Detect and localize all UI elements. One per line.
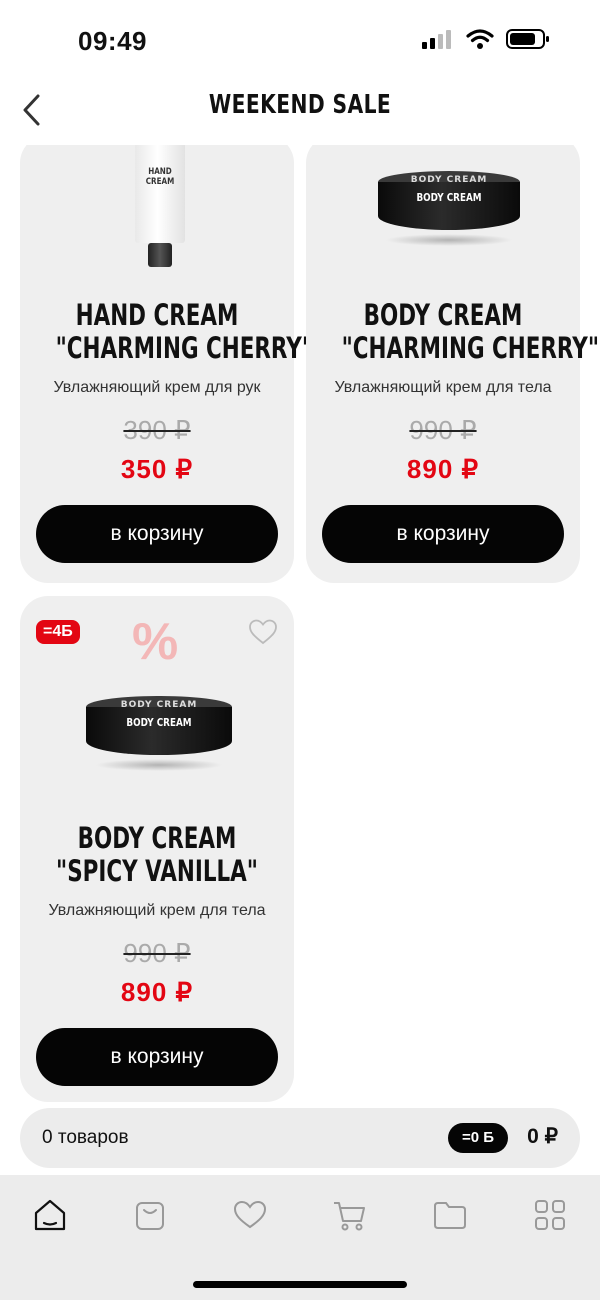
old-price-wrap: 990 ₽ [306, 415, 580, 446]
tab-more[interactable] [530, 1195, 570, 1235]
jar-shadow [95, 759, 223, 771]
product-image[interactable]: HAND CREAM [20, 145, 294, 285]
jar-body: BODY CREAM [86, 707, 232, 755]
product-card[interactable]: BODY CREAM BODY CREAM BODY CREAM "CHARMI… [306, 145, 600, 583]
tab-favorites[interactable] [230, 1195, 270, 1235]
jar-image: BODY CREAM BODY CREAM [86, 696, 232, 771]
product-description: Увлажняющий крем для тела [334, 379, 552, 396]
add-to-cart-button[interactable]: в корзину [36, 505, 278, 563]
bag-icon [136, 1202, 164, 1230]
product-name-line2: "CHARMING CHERRY" [341, 331, 600, 365]
home-indicator[interactable] [193, 1281, 407, 1288]
tube-body [135, 145, 185, 243]
product-name-line2: "SPICY VANILLA" [56, 854, 258, 888]
tab-folder[interactable] [430, 1195, 470, 1235]
old-price: 990 ₽ [123, 938, 191, 968]
cart-icon [334, 1202, 365, 1231]
product-name: BODY CREAM [363, 298, 523, 332]
old-price-wrap: 390 ₽ [20, 415, 294, 446]
tab-catalog[interactable] [130, 1195, 170, 1235]
tab-home[interactable] [30, 1195, 70, 1235]
total-price: 0 ₽ [527, 1125, 558, 1148]
product-name: BODY CREAM [77, 821, 237, 855]
product-description: Увлажняющий крем для тела [48, 902, 266, 919]
item-count: 0 товаров [42, 1127, 129, 1148]
battery-icon [506, 29, 549, 49]
new-price: 890 ₽ [406, 454, 480, 484]
old-price: 990 ₽ [409, 415, 477, 445]
status-icons [422, 28, 550, 50]
header: WEEKEND SALE [0, 80, 600, 140]
heart-icon [233, 1200, 267, 1229]
status-time: 09:49 [78, 26, 147, 56]
product-name-line2: "CHARMING CHERRY" [55, 331, 314, 365]
product-card[interactable]: =4Б % BODY CREAM BODY CREAM BODY CREAM "… [20, 596, 294, 1102]
new-price: 350 ₽ [120, 454, 194, 484]
cellular-signal-icon [422, 30, 451, 49]
product-description: Увлажняющий крем для рук [53, 379, 261, 396]
product-name: HAND CREAM [75, 298, 239, 332]
old-price: 390 ₽ [123, 415, 191, 445]
grid-icon [535, 1200, 565, 1230]
folder-icon [434, 1202, 466, 1229]
add-to-cart-button[interactable]: в корзину [322, 505, 564, 563]
tube-cap [148, 243, 172, 267]
back-button[interactable] [18, 90, 48, 130]
page-title: WEEKEND SALE [208, 90, 392, 120]
home-icon [34, 1199, 66, 1231]
product-image[interactable]: BODY CREAM BODY CREAM [20, 596, 294, 818]
chevron-left-icon [23, 94, 40, 126]
product-grid[interactable]: HAND CREAM HAND CREAM "CHARMING CHERRY" … [0, 145, 600, 1105]
wifi-icon [466, 29, 494, 49]
add-to-cart-button[interactable]: в корзину [36, 1028, 278, 1086]
jar-image: BODY CREAM BODY CREAM [378, 171, 520, 246]
tube-label: HAND CREAM [145, 167, 175, 187]
jar-label: BODY CREAM [416, 191, 482, 204]
old-price-wrap: 990 ₽ [20, 938, 294, 969]
status-bar: 09:49 [0, 0, 600, 80]
cart-summary-bar[interactable]: 0 товаров =0 Б 0 ₽ [20, 1108, 580, 1168]
points-pill: =0 Б [447, 1123, 508, 1153]
jar-label: BODY CREAM [126, 716, 192, 729]
product-card[interactable]: HAND CREAM HAND CREAM "CHARMING CHERRY" … [20, 145, 314, 583]
product-image[interactable]: BODY CREAM BODY CREAM [306, 145, 580, 285]
new-price: 890 ₽ [120, 977, 194, 1007]
jar-shadow [385, 234, 513, 246]
jar-body: BODY CREAM [378, 182, 520, 230]
tab-cart[interactable] [330, 1195, 370, 1235]
